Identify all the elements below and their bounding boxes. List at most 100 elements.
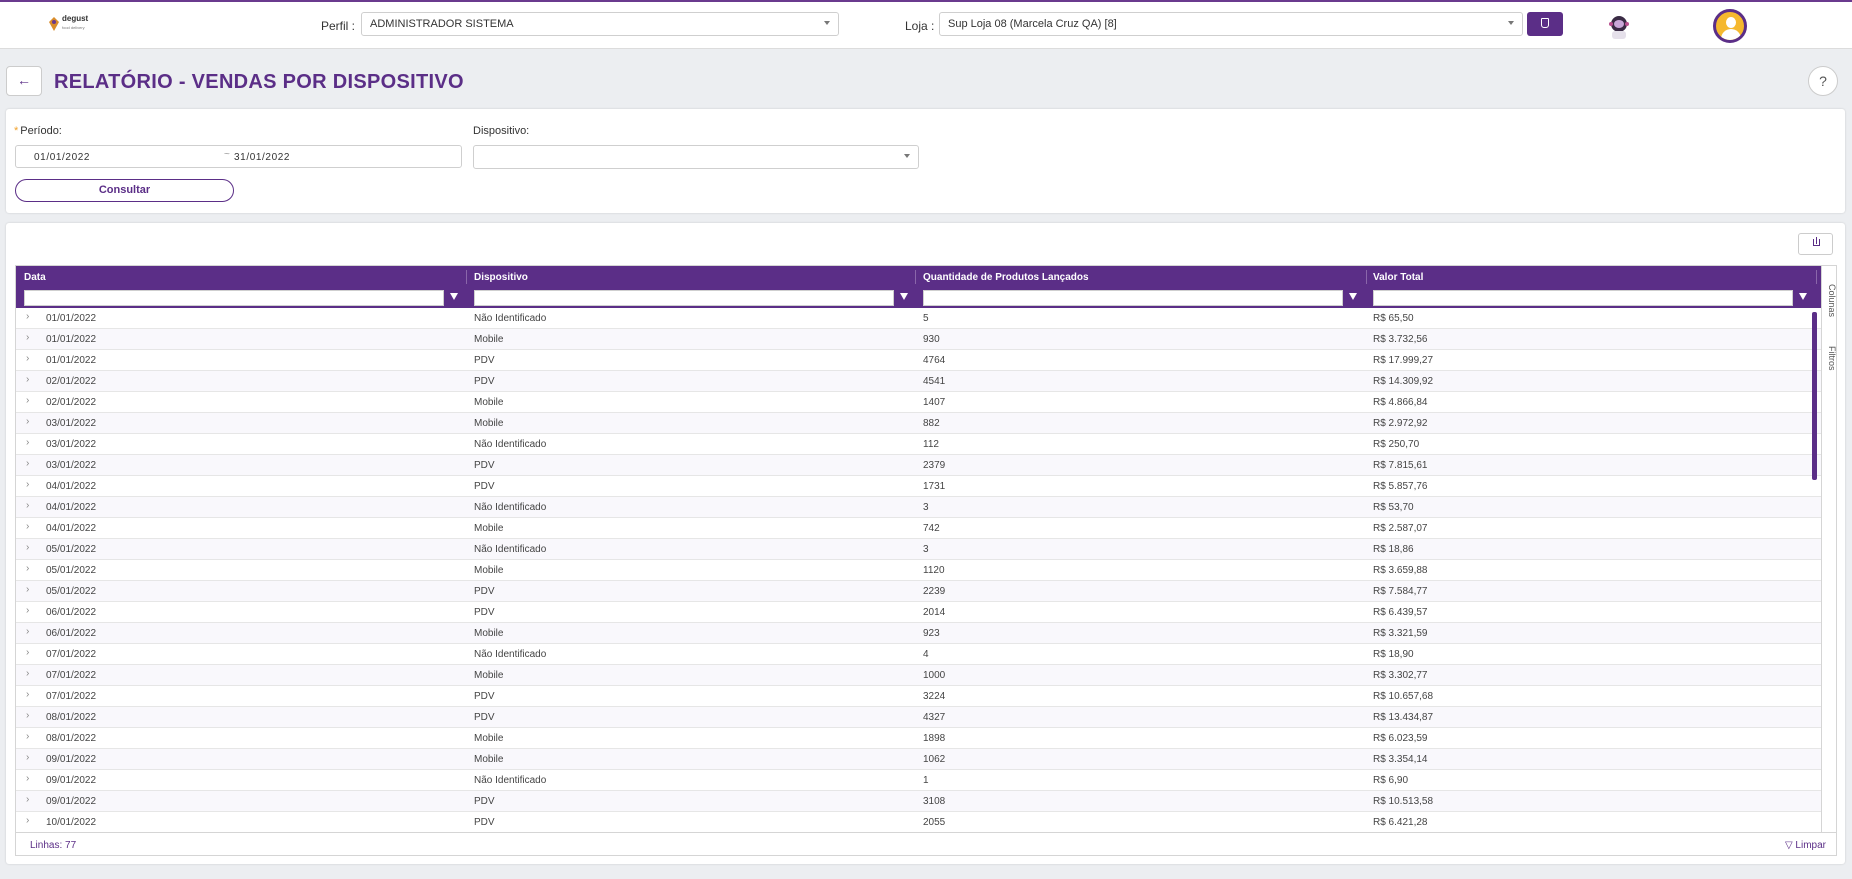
table-row[interactable]: › 07/01/2022 Mobile 1000 R$ 3.302,77 (16, 665, 1821, 686)
expand-row-icon[interactable]: › (26, 794, 29, 805)
clear-filters-button[interactable]: ▽ Limpar (1785, 840, 1826, 851)
cell-quantity: 4764 (923, 355, 946, 366)
store-select-value: Sup Loja 08 (Marcela Cruz QA) [8] (948, 18, 1117, 30)
grid-footer: Linhas: 77 ▽ Limpar (16, 832, 1836, 855)
date-end-input[interactable]: 31/01/2022 (234, 152, 290, 163)
device-select[interactable] (473, 145, 919, 169)
back-button[interactable]: ← (6, 66, 42, 96)
cell-date: 03/01/2022 (46, 439, 97, 450)
date-start-input[interactable]: 01/01/2022 (34, 152, 90, 163)
table-row[interactable]: › 01/01/2022 Não Identificado 5 R$ 65,50 (16, 308, 1821, 329)
cell-date: 02/01/2022 (46, 397, 97, 408)
column-header-date[interactable]: Data (24, 272, 46, 283)
cell-total: R$ 17.999,27 (1373, 355, 1434, 366)
help-button[interactable]: ? (1808, 66, 1838, 96)
expand-row-icon[interactable]: › (26, 710, 29, 721)
table-row[interactable]: › 02/01/2022 PDV 4541 R$ 14.309,92 (16, 371, 1821, 392)
expand-row-icon[interactable]: › (26, 374, 29, 385)
expand-row-icon[interactable]: › (26, 626, 29, 637)
table-row[interactable]: › 07/01/2022 PDV 3224 R$ 10.657,68 (16, 686, 1821, 707)
vertical-scrollbar[interactable] (1812, 312, 1817, 480)
expand-row-icon[interactable]: › (26, 332, 29, 343)
cell-total: R$ 2.587,07 (1373, 523, 1428, 534)
cell-total: R$ 65,50 (1373, 313, 1414, 324)
filter-icon[interactable] (900, 293, 908, 300)
filter-input-quantity[interactable] (923, 290, 1343, 306)
cell-quantity: 1407 (923, 397, 946, 408)
expand-row-icon[interactable]: › (26, 395, 29, 406)
expand-row-icon[interactable]: › (26, 563, 29, 574)
filter-input-date[interactable] (24, 290, 444, 306)
expand-row-icon[interactable]: › (26, 416, 29, 427)
filter-icon[interactable] (1349, 293, 1357, 300)
expand-row-icon[interactable]: › (26, 773, 29, 784)
table-row[interactable]: › 08/01/2022 PDV 4327 R$ 13.434,87 (16, 707, 1821, 728)
profile-label: Perfil : (321, 19, 356, 33)
column-divider[interactable] (1366, 270, 1367, 284)
expand-row-icon[interactable]: › (26, 500, 29, 511)
table-row[interactable]: › 04/01/2022 PDV 1731 R$ 5.857,76 (16, 476, 1821, 497)
period-label: * Período: (14, 125, 62, 137)
filters-tab[interactable]: Filtros (1823, 346, 1836, 371)
column-header-total[interactable]: Valor Total (1373, 272, 1423, 283)
profile-select[interactable]: ADMINISTRADOR SISTEMA (361, 12, 839, 36)
table-row[interactable]: › 07/01/2022 Não Identificado 4 R$ 18,90 (16, 644, 1821, 665)
expand-row-icon[interactable]: › (26, 647, 29, 658)
cell-quantity: 930 (923, 334, 940, 345)
brand-logo[interactable]: degust food delivery (48, 14, 88, 38)
column-header-device[interactable]: Dispositivo (474, 272, 528, 283)
filter-icon[interactable] (1799, 293, 1807, 300)
filter-input-device[interactable] (474, 290, 894, 306)
expand-row-icon[interactable]: › (26, 458, 29, 469)
expand-row-icon[interactable]: › (26, 815, 29, 826)
table-row[interactable]: › 01/01/2022 Mobile 930 R$ 3.732,56 (16, 329, 1821, 350)
table-row[interactable]: › 03/01/2022 Mobile 882 R$ 2.972,92 (16, 413, 1821, 434)
cell-device: PDV (474, 691, 495, 702)
consult-button[interactable]: Consultar (15, 179, 234, 202)
export-button[interactable] (1798, 233, 1833, 255)
store-select[interactable]: Sup Loja 08 (Marcela Cruz QA) [8] (939, 12, 1523, 36)
table-row[interactable]: › 04/01/2022 Não Identificado 3 R$ 53,70 (16, 497, 1821, 518)
table-row[interactable]: › 05/01/2022 PDV 2239 R$ 7.584,77 (16, 581, 1821, 602)
store-confirm-button[interactable] (1527, 12, 1563, 36)
expand-row-icon[interactable]: › (26, 542, 29, 553)
table-row[interactable]: › 01/01/2022 PDV 4764 R$ 17.999,27 (16, 350, 1821, 371)
astronaut-icon[interactable] (1607, 14, 1631, 40)
user-avatar[interactable] (1713, 9, 1747, 43)
expand-row-icon[interactable]: › (26, 353, 29, 364)
table-row[interactable]: › 05/01/2022 Mobile 1120 R$ 3.659,88 (16, 560, 1821, 581)
table-row[interactable]: › 09/01/2022 PDV 3108 R$ 10.513,58 (16, 791, 1821, 812)
cell-total: R$ 4.866,84 (1373, 397, 1428, 408)
expand-row-icon[interactable]: › (26, 689, 29, 700)
table-row[interactable]: › 09/01/2022 Mobile 1062 R$ 3.354,14 (16, 749, 1821, 770)
table-row[interactable]: › 10/01/2022 PDV 2055 R$ 6.421,28 (16, 812, 1821, 832)
expand-row-icon[interactable]: › (26, 311, 29, 322)
expand-row-icon[interactable]: › (26, 605, 29, 616)
table-row[interactable]: › 04/01/2022 Mobile 742 R$ 2.587,07 (16, 518, 1821, 539)
filter-icon[interactable] (450, 293, 458, 300)
table-row[interactable]: › 03/01/2022 PDV 2379 R$ 7.815,61 (16, 455, 1821, 476)
expand-row-icon[interactable]: › (26, 521, 29, 532)
chevron-down-icon (904, 154, 910, 158)
period-date-range[interactable]: 01/01/2022 ~ 31/01/2022 (15, 145, 462, 168)
expand-row-icon[interactable]: › (26, 479, 29, 490)
table-row[interactable]: › 03/01/2022 Não Identificado 112 R$ 250,70 (16, 434, 1821, 455)
columns-tab[interactable]: Colunas (1823, 284, 1836, 317)
expand-row-icon[interactable]: › (26, 437, 29, 448)
expand-row-icon[interactable]: › (26, 584, 29, 595)
table-row[interactable]: › 08/01/2022 Mobile 1898 R$ 6.023,59 (16, 728, 1821, 749)
filter-input-total[interactable] (1373, 290, 1793, 306)
column-divider[interactable] (466, 270, 467, 284)
cell-date: 05/01/2022 (46, 544, 97, 555)
column-divider[interactable] (1816, 270, 1817, 284)
expand-row-icon[interactable]: › (26, 752, 29, 763)
table-row[interactable]: › 02/01/2022 Mobile 1407 R$ 4.866,84 (16, 392, 1821, 413)
table-row[interactable]: › 05/01/2022 Não Identificado 3 R$ 18,86 (16, 539, 1821, 560)
expand-row-icon[interactable]: › (26, 668, 29, 679)
expand-row-icon[interactable]: › (26, 731, 29, 742)
column-header-quantity[interactable]: Quantidade de Produtos Lançados (923, 272, 1089, 283)
table-row[interactable]: › 09/01/2022 Não Identificado 1 R$ 6,90 (16, 770, 1821, 791)
column-divider[interactable] (915, 270, 916, 284)
table-row[interactable]: › 06/01/2022 Mobile 923 R$ 3.321,59 (16, 623, 1821, 644)
table-row[interactable]: › 06/01/2022 PDV 2014 R$ 6.439,57 (16, 602, 1821, 623)
